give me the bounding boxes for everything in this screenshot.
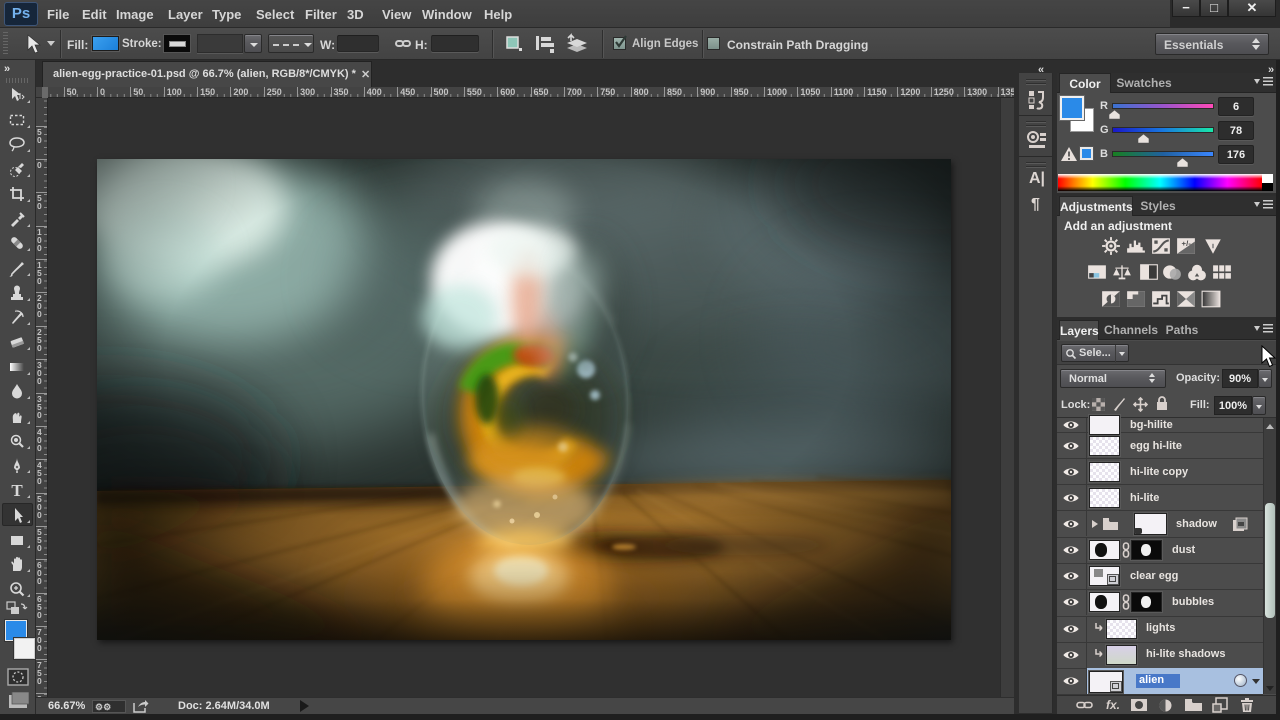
svg-text:+/-: +/- <box>1182 239 1192 248</box>
svg-text:T: T <box>11 481 23 499</box>
